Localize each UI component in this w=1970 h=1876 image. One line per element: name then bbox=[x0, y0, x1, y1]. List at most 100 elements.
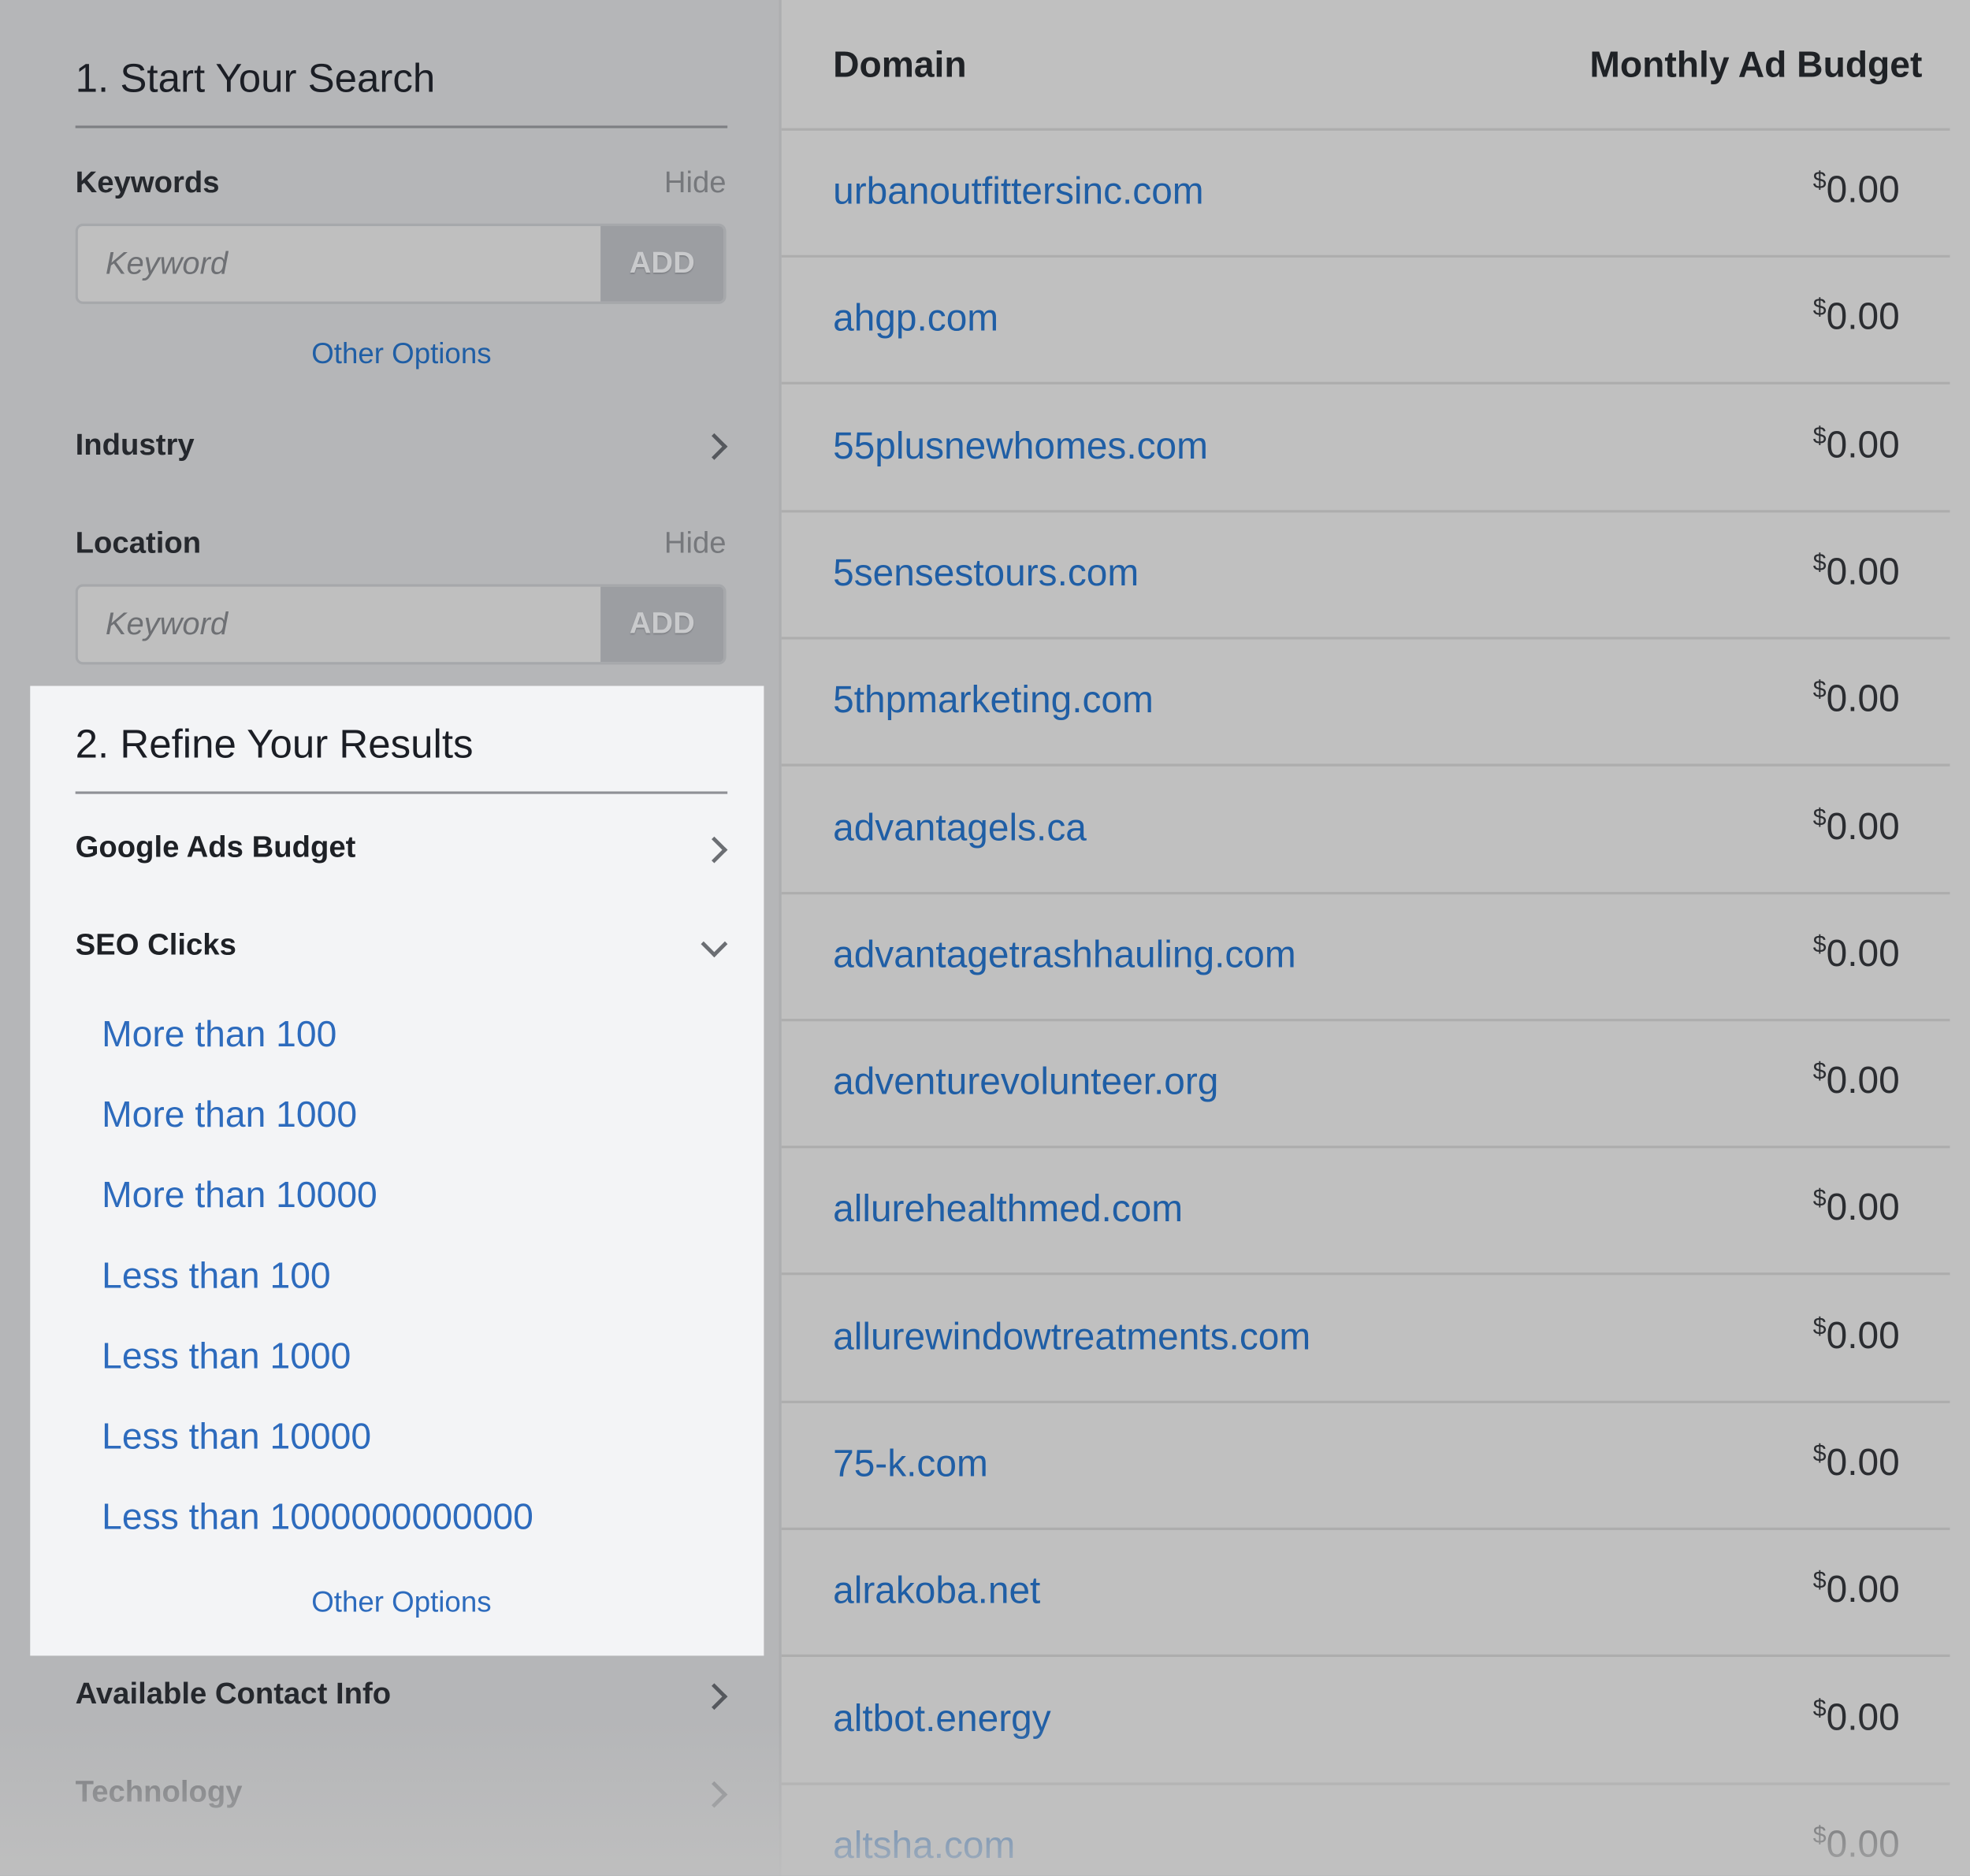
seo-clicks-option[interactable]: Less than 1000000000000 bbox=[102, 1498, 533, 1540]
domain-link[interactable]: urbanoutfittersinc.com bbox=[833, 171, 1204, 214]
industry-filter[interactable]: Industry bbox=[76, 429, 195, 464]
keywords-input[interactable] bbox=[77, 225, 604, 302]
keywords-hide-link[interactable]: Hide bbox=[664, 165, 727, 201]
chevron-right-icon[interactable] bbox=[701, 836, 728, 864]
column-header-domain[interactable]: Domain bbox=[833, 45, 967, 87]
budget-amount: 0.00 bbox=[1826, 1060, 1900, 1102]
table-row: 5sensestours.com $0.00 bbox=[781, 510, 1950, 640]
budget-amount: 0.00 bbox=[1826, 933, 1900, 975]
budget-amount: 0.00 bbox=[1826, 1696, 1900, 1739]
currency-symbol: $ bbox=[1812, 422, 1827, 450]
available-contact-info-filter[interactable]: Available Contact Info bbox=[76, 1677, 391, 1713]
currency-symbol: $ bbox=[1812, 295, 1827, 322]
monthly-ad-budget-value: $0.00 bbox=[1813, 678, 1900, 722]
seo-clicks-option[interactable]: Less than 1000 bbox=[102, 1336, 351, 1378]
table-row: 5thpmarketing.com $0.00 bbox=[781, 637, 1950, 767]
budget-amount: 0.00 bbox=[1826, 1569, 1900, 1611]
domain-link[interactable]: allurehealthmed.com bbox=[833, 1189, 1183, 1231]
monthly-ad-budget-value: $0.00 bbox=[1813, 169, 1900, 213]
budget-amount: 0.00 bbox=[1826, 1314, 1900, 1357]
chevron-right-icon[interactable] bbox=[701, 433, 728, 460]
monthly-ad-budget-value: $0.00 bbox=[1813, 1441, 1900, 1485]
table-row: advantagels.ca $0.00 bbox=[781, 764, 1950, 894]
keywords-other-options-link[interactable]: Other Options bbox=[76, 336, 727, 370]
table-row: advantagetrashhauling.com $0.00 bbox=[781, 892, 1950, 1021]
domain-link[interactable]: 55plusnewhomes.com bbox=[833, 425, 1208, 468]
results-table: Domain Monthly Ad Budget urbanoutfitters… bbox=[779, 0, 1970, 1876]
monthly-ad-budget-value: $0.00 bbox=[1813, 550, 1900, 594]
location-hide-link[interactable]: Hide bbox=[664, 526, 727, 562]
keywords-add-button[interactable]: ADD bbox=[600, 225, 724, 302]
monthly-ad-budget-value: $0.00 bbox=[1813, 1187, 1900, 1231]
location-label: Location bbox=[75, 526, 202, 561]
seo-clicks-option[interactable]: More than 100 bbox=[102, 1015, 336, 1057]
seo-clicks-option[interactable]: More than 10000 bbox=[102, 1176, 377, 1217]
seo-clicks-option[interactable]: Less than 10000 bbox=[102, 1417, 371, 1458]
divider bbox=[75, 125, 728, 128]
domain-link[interactable]: altbot.energy bbox=[833, 1698, 1051, 1740]
table-row: allurewindowtreatments.com $0.00 bbox=[781, 1273, 1950, 1403]
monthly-ad-budget-value: $0.00 bbox=[1813, 1696, 1900, 1740]
location-add-button[interactable]: ADD bbox=[600, 586, 724, 663]
chevron-right-icon[interactable] bbox=[701, 1683, 728, 1711]
currency-symbol: $ bbox=[1812, 168, 1827, 195]
monthly-ad-budget-value: $0.00 bbox=[1813, 1822, 1900, 1867]
budget-amount: 0.00 bbox=[1826, 1187, 1900, 1229]
chevron-right-icon[interactable] bbox=[701, 1781, 728, 1808]
table-header: Domain Monthly Ad Budget bbox=[781, 0, 1950, 131]
location-input-group: ADD bbox=[75, 584, 727, 665]
table-row: ahgp.com $0.00 bbox=[781, 255, 1950, 385]
google-ads-budget-filter[interactable]: Google Ads Budget bbox=[76, 830, 356, 866]
table-row: allurehealthmed.com $0.00 bbox=[781, 1146, 1950, 1276]
keywords-input-group: ADD bbox=[75, 223, 727, 304]
budget-amount: 0.00 bbox=[1826, 551, 1900, 593]
divider bbox=[75, 791, 728, 794]
refine-results-panel: 2. Refine Your Results Google Ads Budget… bbox=[30, 685, 764, 1656]
budget-amount: 0.00 bbox=[1826, 1823, 1900, 1866]
monthly-ad-budget-value: $0.00 bbox=[1813, 1059, 1900, 1103]
column-header-monthly-ad-budget[interactable]: Monthly Ad Budget bbox=[1589, 45, 1922, 87]
domain-link[interactable]: advantagels.ca bbox=[833, 807, 1087, 849]
table-row: 75-k.com $0.00 bbox=[781, 1401, 1950, 1530]
budget-amount: 0.00 bbox=[1826, 424, 1900, 466]
currency-symbol: $ bbox=[1812, 1568, 1827, 1595]
seo-clicks-other-options-link[interactable]: Other Options bbox=[76, 1585, 727, 1619]
seo-clicks-option[interactable]: Less than 100 bbox=[102, 1256, 331, 1298]
budget-amount: 0.00 bbox=[1826, 805, 1900, 848]
start-search-title: 1. Start Your Search bbox=[75, 55, 436, 101]
monthly-ad-budget-value: $0.00 bbox=[1813, 804, 1900, 849]
domain-link[interactable]: alrakoba.net bbox=[833, 1570, 1040, 1613]
currency-symbol: $ bbox=[1812, 931, 1827, 959]
currency-symbol: $ bbox=[1812, 677, 1827, 704]
currency-symbol: $ bbox=[1812, 550, 1827, 577]
currency-symbol: $ bbox=[1812, 804, 1827, 831]
table-row: altbot.energy $0.00 bbox=[781, 1655, 1950, 1785]
budget-amount: 0.00 bbox=[1826, 169, 1900, 211]
technology-filter[interactable]: Technology bbox=[76, 1775, 243, 1811]
keywords-label: Keywords bbox=[75, 165, 220, 200]
domain-link[interactable]: advantagetrashhauling.com bbox=[833, 934, 1296, 977]
table-row: 55plusnewhomes.com $0.00 bbox=[781, 383, 1950, 512]
monthly-ad-budget-value: $0.00 bbox=[1813, 1568, 1900, 1612]
chevron-down-icon[interactable] bbox=[701, 931, 728, 958]
currency-symbol: $ bbox=[1812, 1822, 1827, 1849]
currency-symbol: $ bbox=[1812, 1059, 1827, 1086]
domain-link[interactable]: 75-k.com bbox=[833, 1443, 988, 1486]
location-input[interactable] bbox=[77, 586, 604, 663]
budget-amount: 0.00 bbox=[1826, 678, 1900, 720]
budget-amount: 0.00 bbox=[1826, 296, 1900, 339]
domain-link[interactable]: altsha.com bbox=[833, 1825, 1015, 1867]
currency-symbol: $ bbox=[1812, 1695, 1827, 1722]
domain-link[interactable]: 5sensestours.com bbox=[833, 552, 1139, 595]
search-sidebar: 1. Start Your Search Keywords Hide ADD O… bbox=[0, 0, 779, 1875]
currency-symbol: $ bbox=[1812, 1440, 1827, 1468]
domain-link[interactable]: allurewindowtreatments.com bbox=[833, 1316, 1310, 1358]
domain-link[interactable]: 5thpmarketing.com bbox=[833, 680, 1154, 723]
domain-link[interactable]: ahgp.com bbox=[833, 298, 998, 340]
seo-clicks-filter[interactable]: SEO Clicks bbox=[76, 928, 236, 964]
currency-symbol: $ bbox=[1812, 1313, 1827, 1340]
monthly-ad-budget-value: $0.00 bbox=[1813, 295, 1900, 340]
seo-clicks-option[interactable]: More than 1000 bbox=[102, 1095, 357, 1137]
table-row: alrakoba.net $0.00 bbox=[781, 1528, 1950, 1658]
domain-link[interactable]: adventurevolunteer.org bbox=[833, 1061, 1218, 1104]
